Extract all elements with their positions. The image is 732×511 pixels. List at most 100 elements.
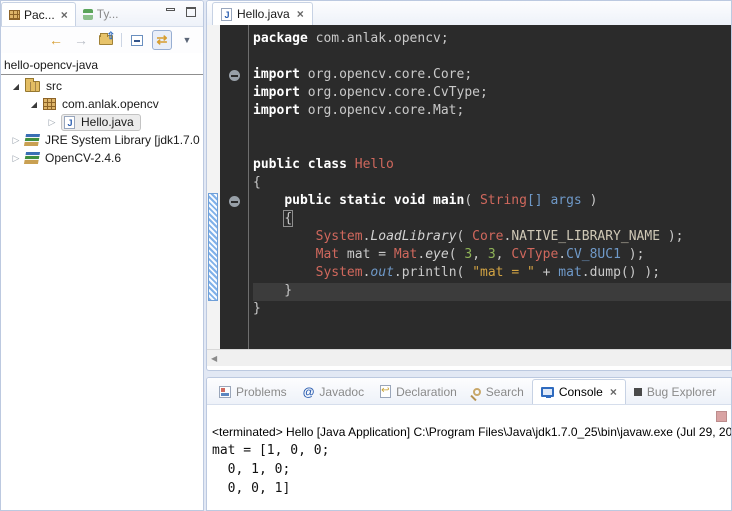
close-icon[interactable]: × [295,7,304,21]
code-line[interactable] [253,139,731,157]
console-process-header: <terminated> Hello [Java Application] C:… [207,425,731,441]
tab-bug[interactable]: Bug [724,379,732,404]
package-explorer-toolbar: ← → ⇄ ▼ [1,27,203,53]
collapse-all-button[interactable] [127,30,147,50]
view-menu-button[interactable]: ▼ [177,30,197,50]
code-line[interactable]: } [253,283,731,301]
type-hierarchy-icon [83,9,93,20]
tab-javadoc[interactable]: Javadoc [295,379,372,404]
console-body: <terminated> Hello [Java Application] C:… [207,405,731,511]
tab-package-explorer[interactable]: Pac... × [1,2,76,26]
back-arrow-icon: ← [49,32,63,48]
back-button[interactable]: ← [46,30,66,50]
tab-label: Console [559,385,603,399]
maximize-view-button[interactable] [185,7,197,18]
code-line[interactable]: System.out.println( "mat = " + mat.dump(… [253,265,731,283]
project-tree: ◢src◢com.anlak.opencv▷Hello.java▷JRE Sys… [1,77,203,167]
tab-search[interactable]: Search [465,379,532,404]
fold-minus-icon[interactable] [229,70,240,81]
go-up-button[interactable] [96,30,116,50]
up-folder-icon [99,35,113,45]
selected-item: Hello.java [61,114,141,131]
tab-label: Javadoc [319,385,364,399]
code-line[interactable] [253,49,731,67]
editor-tab-label: Hello.java [237,7,290,21]
code-line[interactable]: { [253,175,731,193]
java-file-icon [221,8,232,21]
link-with-editor-button[interactable]: ⇄ [152,30,172,50]
collapsed-arrow-icon[interactable]: ▷ [47,117,57,128]
tab-hello-java[interactable]: Hello.java × [212,2,313,25]
tab-label: Ty... [97,7,119,21]
code-line[interactable] [253,121,731,139]
forward-arrow-icon: → [74,32,88,48]
tree-item-opencv-2-4-6[interactable]: ▷ OpenCV-2.4.6 [1,149,203,167]
tree-item-label: JRE System Library [jdk1.7.0 [43,133,202,147]
library-icon [24,134,40,146]
tab-bug-explorer[interactable]: Bug Explorer [626,379,724,404]
terminate-button[interactable] [716,411,727,422]
forward-button[interactable]: → [71,30,91,50]
collapsed-arrow-icon[interactable]: ▷ [11,135,21,146]
search-icon [473,388,481,396]
close-icon[interactable]: × [608,385,617,399]
console-icon [541,387,554,397]
code-area[interactable]: package com.anlak.opencv; import org.open… [249,25,731,349]
editor-tabbar: Hello.java × [207,1,731,25]
editor-horizontal-scrollbar[interactable]: ◀ [207,349,731,366]
code-line[interactable]: package com.anlak.opencv; [253,31,731,49]
tree-item-com-anlak-opencv[interactable]: ◢ com.anlak.opencv [1,95,203,113]
code-line[interactable]: { [253,211,731,229]
close-icon[interactable]: × [59,8,68,22]
tree-root-project[interactable]: hello-opencv-java [1,55,203,75]
scroll-left-icon[interactable]: ◀ [211,354,217,363]
minimize-icon [166,8,175,11]
tab-label: Bug Explorer [647,385,716,399]
minimize-view-button[interactable] [165,7,177,18]
tree-item-label: src [44,79,64,93]
link-with-editor-icon: ⇄ [157,32,168,48]
code-line[interactable]: public static void main( String[] args ) [253,193,731,211]
tree-item-jre-system-library-jdk1-7-0[interactable]: ▷ JRE System Library [jdk1.7.0 [1,131,203,149]
console-toolbar [207,405,731,425]
code-line[interactable]: import org.opencv.core.Mat; [253,103,731,121]
package-folder-icon [25,81,40,92]
tab-problems[interactable]: Problems [211,379,295,404]
tab-label: Problems [236,385,287,399]
toolbar-separator [121,33,122,47]
chevron-down-icon: ▼ [183,35,192,45]
tab-label: Declaration [396,385,457,399]
expanded-arrow-icon[interactable]: ◢ [29,100,39,109]
tree-item-label: Hello.java [79,115,136,129]
code-line[interactable]: System.LoadLibrary( Core.NATIVE_LIBRARY_… [253,229,731,247]
tree-item-label: OpenCV-2.4.6 [43,151,123,165]
left-view-tabbar: Pac... × Ty... [1,1,203,27]
collapsed-arrow-icon[interactable]: ▷ [11,153,21,164]
bottom-view-tabbar: Problems Javadoc Declaration Search Console ×… [207,378,731,405]
tree-item-src[interactable]: ◢ src [1,77,203,95]
bug-icon [634,388,642,396]
package-icon [43,98,56,110]
maximize-icon [186,7,196,17]
tab-console[interactable]: Console × [532,379,626,404]
tree-item-hello-java[interactable]: ▷ Hello.java [1,113,203,131]
annotation-ruler[interactable] [207,25,220,349]
expanded-arrow-icon[interactable]: ◢ [11,82,21,91]
tree-item-label: com.anlak.opencv [60,97,161,111]
tab-type-hierarchy[interactable]: Ty... [76,2,126,26]
code-line[interactable]: import org.opencv.core.Core; [253,67,731,85]
console-output-line: 0, 1, 0; [212,460,731,479]
console-output-line: mat = [1, 0, 0; [212,441,731,460]
tab-label: Search [486,385,524,399]
code-line[interactable]: public class Hello [253,157,731,175]
tab-declaration[interactable]: Declaration [372,379,465,404]
editor-area: Hello.java × package com.anlak.opencv; im… [206,0,732,371]
console-output[interactable]: mat = [1, 0, 0; 0, 1, 0; 0, 0, 1] [207,441,731,498]
code-line[interactable]: } [253,301,731,319]
fold-minus-icon[interactable] [229,196,240,207]
tab-label: Pac... [24,8,55,22]
fold-gutter[interactable] [220,25,249,349]
code-line[interactable]: Mat mat = Mat.eye( 3, 3, CvType.CV_8UC1 … [253,247,731,265]
console-output-line: 0, 0, 1] [212,479,731,498]
code-line[interactable]: import org.opencv.core.CvType; [253,85,731,103]
